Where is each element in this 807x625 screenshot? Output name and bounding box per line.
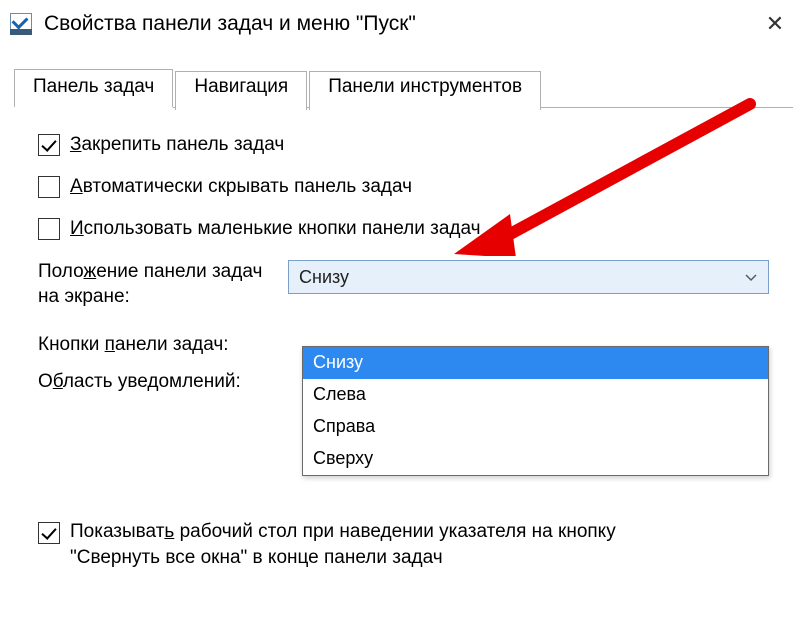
lock-taskbar-row: Закрепить панель задач (38, 134, 769, 156)
peek-desktop-row: Показывать рабочий стол при наведении ук… (38, 519, 769, 572)
window-title: Свойства панели задач и меню "Пуск" (44, 12, 755, 36)
notification-area-label: Область уведомлений: (38, 370, 288, 395)
position-option-bottom[interactable]: Снизу (303, 347, 768, 379)
tab-navigation[interactable]: Навигация (175, 71, 307, 110)
close-icon: ✕ (766, 13, 784, 35)
position-option-top[interactable]: Сверху (303, 443, 768, 475)
lock-taskbar-label[interactable]: Закрепить панель задач (70, 134, 284, 156)
chevron-down-icon (744, 267, 758, 288)
autohide-row: Автоматически скрывать панель задач (38, 176, 769, 198)
position-label: Положение панели задач на экране: (38, 260, 288, 309)
peek-desktop-label[interactable]: Показывать рабочий стол при наведении ук… (70, 519, 616, 572)
position-dropdown-list: Снизу Слева Справа Сверху (302, 346, 769, 476)
position-value: Снизу (299, 267, 349, 288)
client-area: Панель задач Навигация Панели инструмент… (0, 50, 807, 572)
position-row: Положение панели задач на экране: Снизу (38, 260, 769, 309)
app-icon (10, 13, 32, 35)
dialog-window: Свойства панели задач и меню "Пуск" ✕ Па… (0, 0, 807, 625)
tab-toolbars[interactable]: Панели инструментов (309, 71, 541, 110)
lock-taskbar-checkbox[interactable] (38, 134, 60, 156)
titlebar: Свойства панели задач и меню "Пуск" ✕ (0, 0, 807, 50)
autohide-label[interactable]: Автоматически скрывать панель задач (70, 176, 412, 198)
position-combobox[interactable]: Снизу (288, 260, 769, 294)
tab-taskbar[interactable]: Панель задач (14, 69, 173, 108)
position-option-left[interactable]: Слева (303, 379, 768, 411)
tab-strip: Панель задач Навигация Панели инструмент… (14, 68, 793, 108)
close-button[interactable]: ✕ (755, 8, 795, 40)
small-buttons-row: Использовать маленькие кнопки панели зад… (38, 218, 769, 240)
taskbar-buttons-label: Кнопки панели задач: (38, 333, 288, 358)
small-buttons-checkbox[interactable] (38, 218, 60, 240)
small-buttons-label[interactable]: Использовать маленькие кнопки панели зад… (70, 218, 481, 240)
position-option-right[interactable]: Справа (303, 411, 768, 443)
tab-panel: Закрепить панель задач Автоматически скр… (14, 108, 793, 572)
autohide-checkbox[interactable] (38, 176, 60, 198)
peek-desktop-checkbox[interactable] (38, 522, 60, 544)
